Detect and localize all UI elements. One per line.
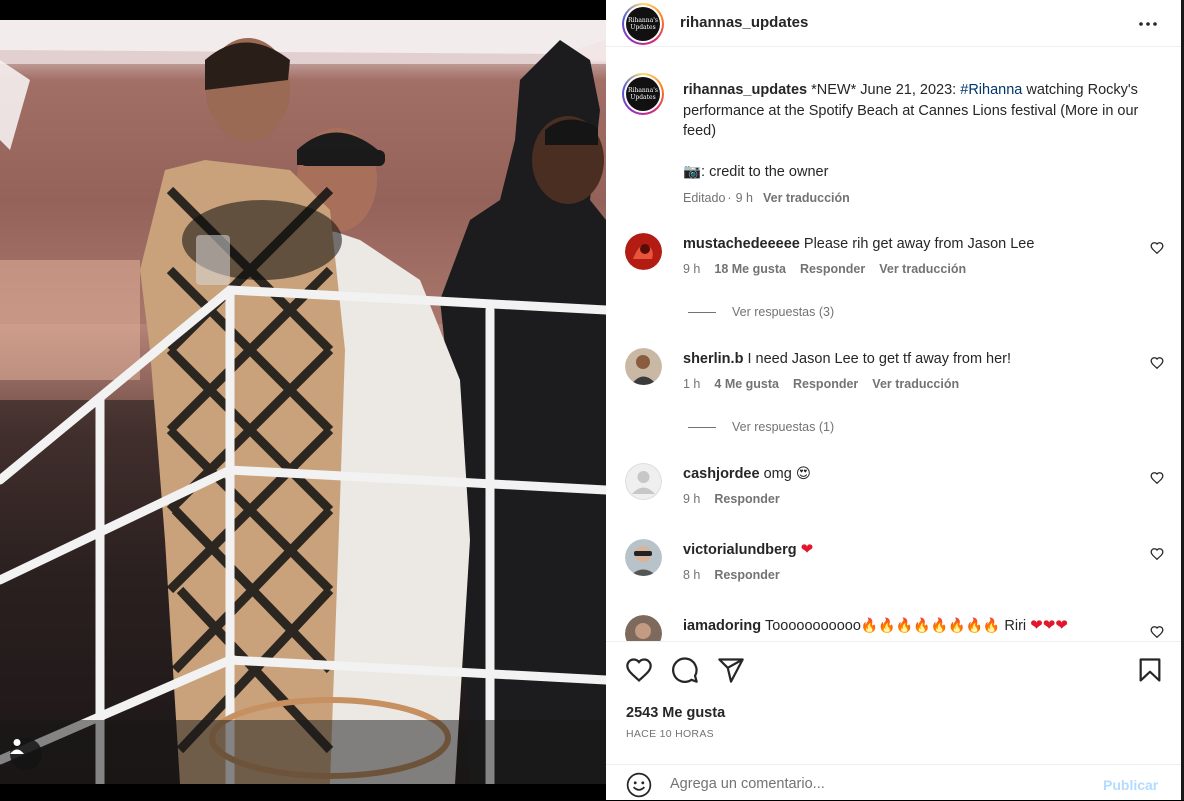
caption-translate[interactable]: Ver traducción: [763, 191, 850, 205]
comment-meta: 9 h 18 Me gusta Responder Ver traducción: [683, 262, 980, 276]
reply-button[interactable]: Responder: [793, 377, 858, 391]
comment-age: 1 h: [683, 377, 701, 391]
replies-label: Ver respuestas (3): [732, 305, 835, 319]
comment-meta: 8 h Responder: [683, 568, 794, 582]
comment-text: mustachedeeeee Please rih get away from …: [683, 235, 1133, 253]
share-icon[interactable]: [717, 656, 745, 684]
post-actions: 2543 Me gusta HACE 10 HORAS Publicar: [606, 641, 1181, 800]
heart-icon[interactable]: [1150, 547, 1164, 561]
comment-age: 9 h: [683, 492, 701, 506]
bookmark-icon[interactable]: [1136, 656, 1164, 684]
reply-button[interactable]: Responder: [800, 262, 865, 276]
view-replies-button[interactable]: Ver respuestas (3): [688, 305, 834, 319]
publish-button[interactable]: Publicar: [1103, 777, 1158, 793]
comment-username[interactable]: sherlin.b: [683, 351, 743, 367]
logo-text-2b: Updates: [630, 94, 656, 101]
comment-username[interactable]: cashjordee: [683, 466, 760, 482]
comment-body: Tooooooooooo: [764, 618, 861, 634]
heart-icon[interactable]: [625, 656, 653, 684]
emoji-icon[interactable]: [626, 772, 652, 798]
comment-likes[interactable]: 4 Me gusta: [714, 377, 779, 391]
comment-age: 9 h: [683, 262, 701, 276]
instagram-post-modal: Rihanna's Updates rihannas_updates Rihann…: [0, 0, 1184, 800]
more-icon[interactable]: [1136, 12, 1160, 36]
post-time: HACE 10 HORAS: [626, 728, 714, 740]
comment-item: iamadoring Tooooooooooo🔥🔥🔥🔥🔥🔥🔥🔥 Riri ❤❤❤: [606, 615, 1181, 641]
comment-username[interactable]: victorialundberg: [683, 542, 797, 558]
comment-body: omg: [763, 466, 792, 482]
heart-icon[interactable]: [1150, 356, 1164, 370]
comment-age: 8 h: [683, 568, 701, 582]
post-photo[interactable]: [0, 20, 606, 784]
account-username[interactable]: rihannas_updates: [680, 14, 808, 31]
reply-button[interactable]: Responder: [714, 492, 779, 506]
caption-meta: Editado · 9 h Ver traducción: [683, 191, 850, 205]
account-avatar[interactable]: Rihanna's Updates: [622, 3, 664, 45]
user-tag-icon[interactable]: [10, 738, 42, 770]
heart-eyes-emoji: 😍: [795, 466, 811, 482]
logo-text-1: Rihanna's: [628, 17, 658, 24]
comment-meta: 9 h Responder: [683, 492, 794, 506]
comment-text: sherlin.b I need Jason Lee to get tf awa…: [683, 350, 1133, 368]
comment-text: iamadoring Tooooooooooo🔥🔥🔥🔥🔥🔥🔥🔥 Riri ❤❤❤: [683, 616, 1133, 635]
heart-emojis: ❤❤❤: [1030, 617, 1068, 634]
likes-count[interactable]: 2543 Me gusta: [626, 705, 725, 721]
comment-body: I need Jason Lee to get tf away from her…: [747, 351, 1012, 367]
comment-username[interactable]: iamadoring: [683, 618, 761, 634]
caption-username[interactable]: rihannas_updates: [683, 82, 807, 98]
logo-text-1b: Rihanna's: [628, 87, 658, 94]
comment-username[interactable]: mustachedeeeee: [683, 236, 800, 252]
comment-input[interactable]: [670, 773, 1090, 795]
view-replies-button[interactable]: Ver respuestas (1): [688, 420, 834, 434]
fire-emojis: 🔥🔥🔥🔥🔥🔥🔥🔥: [860, 617, 1001, 633]
comment-meta: 1 h 4 Me gusta Responder Ver traducción: [683, 377, 973, 391]
caption-hashtag[interactable]: #Rihanna: [960, 82, 1022, 98]
top-bar: [0, 0, 606, 20]
avatar[interactable]: [625, 539, 662, 576]
avatar[interactable]: [625, 233, 662, 270]
caption-avatar[interactable]: Rihanna's Updates: [622, 73, 664, 115]
add-comment-bar: Publicar: [606, 764, 1181, 801]
comment-body: Please rih get away from Jason Lee: [803, 236, 1035, 252]
caption-text: rihannas_updates *NEW* June 21, 2023: #R…: [683, 80, 1153, 209]
comment-likes[interactable]: 18 Me gusta: [714, 262, 786, 276]
post-sidebar: Rihanna's Updates rihannas_updates Rihann…: [606, 0, 1181, 800]
translate-button[interactable]: Ver traducción: [872, 377, 959, 391]
heart-icon[interactable]: [1150, 471, 1164, 485]
avatar[interactable]: [625, 463, 662, 500]
photo-illustration: [0, 20, 606, 784]
logo-text-2: Updates: [630, 24, 656, 31]
edited-label: Editado: [683, 191, 726, 205]
red-heart-emoji: ❤: [800, 541, 814, 558]
post-header: Rihanna's Updates rihannas_updates: [606, 0, 1181, 47]
replies-label: Ver respuestas (1): [732, 420, 835, 434]
caption-body-1: *NEW* June 21, 2023:: [807, 82, 961, 98]
heart-icon[interactable]: [1150, 625, 1164, 639]
heart-icon[interactable]: [1150, 241, 1164, 255]
caption-credit: 📷: credit to the owner: [683, 163, 829, 180]
avatar[interactable]: [625, 615, 662, 641]
avatar[interactable]: [625, 348, 662, 385]
comment-body-2: Riri: [1004, 618, 1027, 634]
comment-text: cashjordee omg 😍: [683, 465, 1133, 483]
caption-age: 9 h: [735, 191, 753, 205]
comment-icon[interactable]: [671, 656, 699, 684]
comment-text: victorialundberg ❤: [683, 541, 1133, 559]
translate-button[interactable]: Ver traducción: [879, 262, 966, 276]
reply-button[interactable]: Responder: [714, 568, 779, 582]
